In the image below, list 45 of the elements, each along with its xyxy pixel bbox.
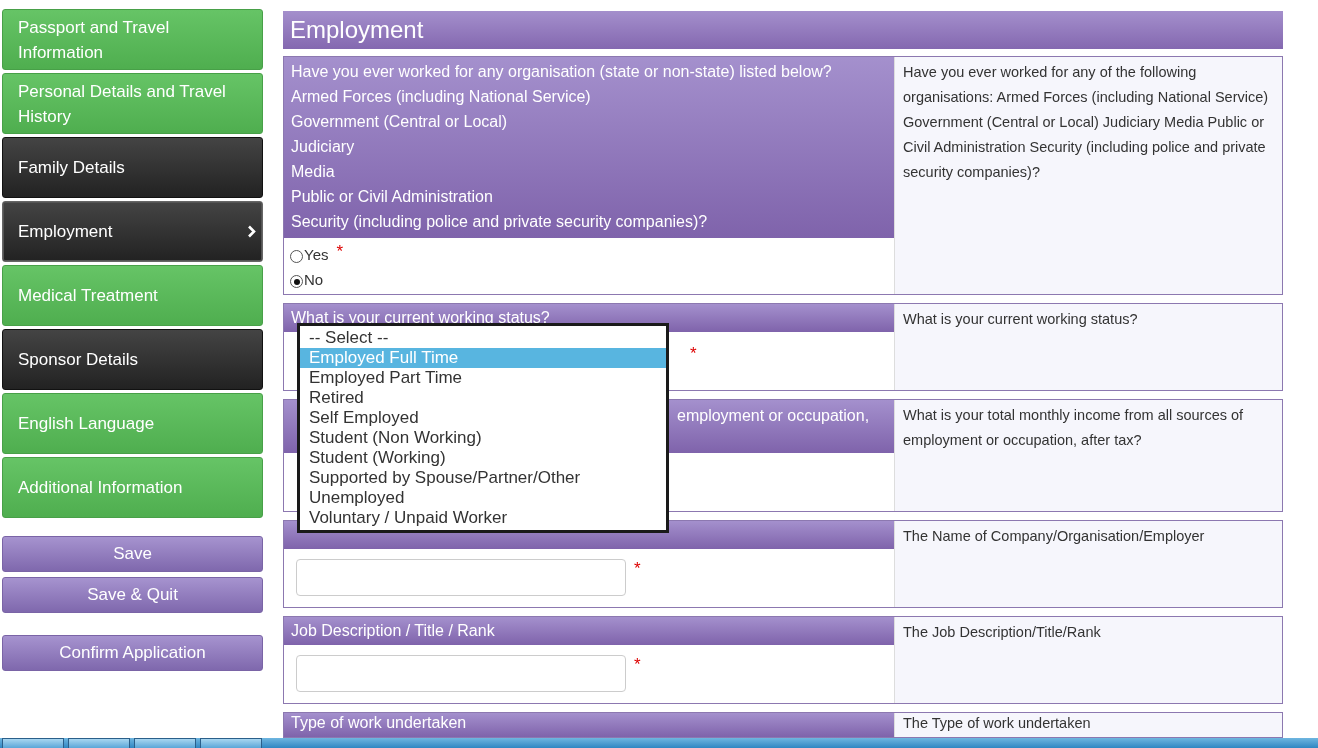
taskbar-button[interactable] (134, 738, 196, 748)
sidebar-item[interactable]: Sponsor Details (2, 329, 263, 390)
dropdown-option[interactable]: Employed Part Time (300, 368, 666, 388)
question-text: employment or occupation, (677, 406, 871, 426)
dropdown-option[interactable]: Retired (300, 388, 666, 408)
text-field[interactable] (296, 559, 626, 596)
help-text: The Job Description/Title/Rank (903, 623, 1102, 642)
required-asterisk: * (634, 655, 641, 675)
dropdown-option[interactable]: Voluntary / Unpaid Worker (300, 508, 666, 528)
question-text: Security (including police and private security companies)? (291, 212, 709, 232)
question-text: Judiciary (291, 137, 356, 157)
sidebar-button[interactable]: Confirm Application (2, 635, 263, 671)
required-asterisk: * (336, 242, 344, 262)
help-text: The Name of Company/Organisation/Employer (903, 527, 1206, 546)
sidebar-item[interactable]: Family Details (2, 137, 263, 198)
question-text: Government (Central or Local) (291, 112, 509, 132)
help-text: The Type of work undertaken (903, 714, 1092, 732)
sidebar-item[interactable]: Employment (2, 201, 263, 262)
chevron-right-icon (247, 225, 256, 238)
taskbar-button[interactable] (68, 738, 130, 748)
sidebar-button[interactable]: Save & Quit (2, 577, 263, 613)
required-asterisk: * (634, 559, 641, 579)
help-text: What is your current working status? (903, 310, 1139, 329)
question-text: Public or Civil Administration (291, 187, 494, 207)
text-field[interactable] (296, 655, 626, 692)
radio-option[interactable]: No (290, 267, 324, 288)
page-title: Employment (283, 11, 1283, 49)
question-text: Have you ever worked for any organisation (state or non-state) listed below? (291, 62, 833, 82)
sidebar-button[interactable]: Save (2, 536, 263, 572)
taskbar-button[interactable] (200, 738, 262, 748)
question-text: Media (291, 162, 336, 182)
dropdown-option[interactable]: -- Select -- (300, 328, 666, 348)
dropdown-option[interactable]: Student (Working) (300, 448, 666, 468)
question-text: Job Description / Title / Rank (291, 621, 496, 641)
question-text: Type of work undertaken (291, 714, 468, 732)
radio-option[interactable]: Yes (290, 242, 329, 263)
question-text: Armed Forces (including National Service) (291, 87, 592, 107)
dropdown-option[interactable]: Supported by Spouse/Partner/Other (300, 468, 666, 488)
help-text: Have you ever worked for any of the following organisations: Armed Forces (including National Service) Government (Central or Local) Judiciary Media Public or Civil Administration Security (including police and private security companies)? (903, 63, 1270, 182)
taskbar-button[interactable] (2, 738, 64, 748)
required-asterisk: * (690, 344, 697, 364)
help-text: What is your total monthly income from all sources of employment or occupation, after tax? (903, 406, 1245, 450)
dropdown-option[interactable]: Student (Non Working) (300, 428, 666, 448)
dropdown-option[interactable]: Self Employed (300, 408, 666, 428)
dropdown-option[interactable]: Unemployed (300, 488, 666, 508)
